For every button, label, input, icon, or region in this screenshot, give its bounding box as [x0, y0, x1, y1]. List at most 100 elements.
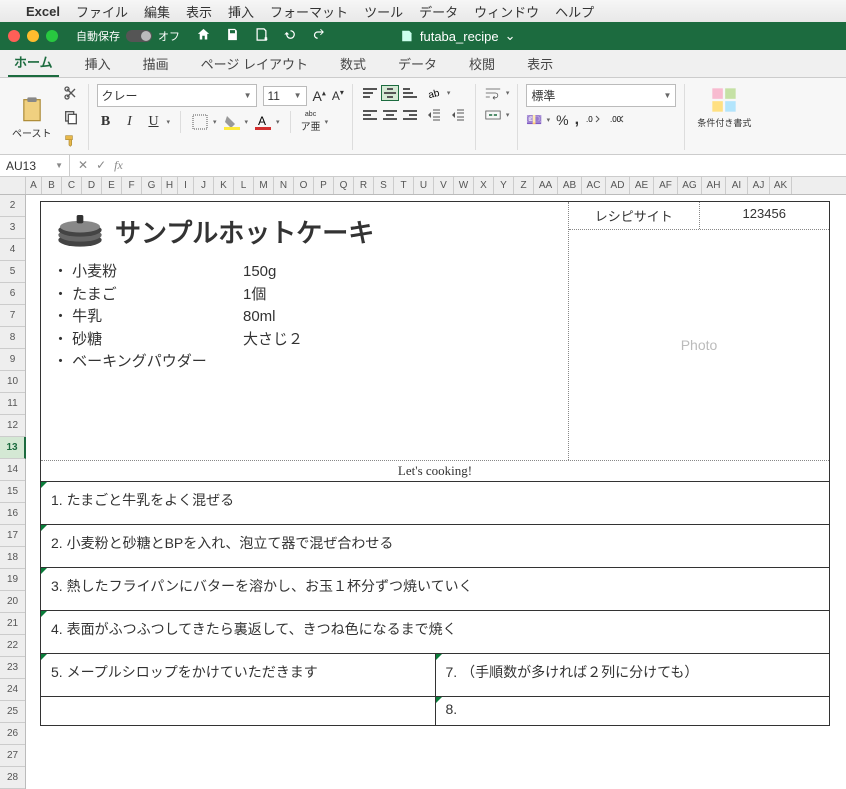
align-center-icon[interactable]: [381, 107, 399, 123]
close-button[interactable]: [8, 30, 20, 42]
cut-icon[interactable]: [62, 84, 80, 102]
decrease-font-icon[interactable]: A▾: [332, 88, 344, 103]
tab-page-layout[interactable]: ページ レイアウト: [195, 50, 314, 77]
tab-formulas[interactable]: 数式: [334, 50, 372, 77]
italic-button[interactable]: I: [121, 114, 139, 130]
row-header[interactable]: 21: [0, 613, 25, 635]
align-left-icon[interactable]: [361, 107, 379, 123]
col-header[interactable]: L: [234, 177, 254, 194]
col-header[interactable]: Q: [334, 177, 354, 194]
col-header[interactable]: AG: [678, 177, 702, 194]
col-header[interactable]: Z: [514, 177, 534, 194]
number-format-select[interactable]: 標準▼: [526, 84, 676, 107]
col-header[interactable]: N: [274, 177, 294, 194]
menu-insert[interactable]: 挿入: [228, 2, 254, 21]
row-header[interactable]: 2: [0, 195, 25, 217]
font-color-icon[interactable]: A: [254, 113, 272, 131]
minimize-button[interactable]: [27, 30, 39, 42]
col-header[interactable]: AI: [726, 177, 748, 194]
col-header[interactable]: K: [214, 177, 234, 194]
menu-format[interactable]: フォーマット: [270, 2, 348, 21]
align-right-icon[interactable]: [401, 107, 419, 123]
col-header[interactable]: AH: [702, 177, 726, 194]
cancel-icon[interactable]: ✕: [78, 158, 88, 173]
conditional-formatting-button[interactable]: 条件付き書式: [693, 84, 755, 131]
underline-button[interactable]: U: [145, 114, 163, 130]
col-header[interactable]: C: [62, 177, 82, 194]
row-header[interactable]: 5: [0, 261, 25, 283]
col-header[interactable]: A: [26, 177, 42, 194]
app-name[interactable]: Excel: [26, 4, 60, 19]
row-header[interactable]: 8: [0, 327, 25, 349]
row-header[interactable]: 26: [0, 723, 25, 745]
col-header[interactable]: D: [82, 177, 102, 194]
col-header[interactable]: H: [162, 177, 178, 194]
tab-insert[interactable]: 挿入: [79, 50, 117, 77]
col-header[interactable]: P: [314, 177, 334, 194]
decrease-indent-icon[interactable]: [425, 106, 443, 124]
col-header[interactable]: J: [194, 177, 214, 194]
row-header[interactable]: 18: [0, 547, 25, 569]
orientation-icon[interactable]: ab: [425, 84, 443, 102]
bold-button[interactable]: B: [97, 114, 115, 130]
maximize-button[interactable]: [46, 30, 58, 42]
row-header[interactable]: 3: [0, 217, 25, 239]
row-header[interactable]: 25: [0, 701, 25, 723]
align-top-icon[interactable]: [361, 85, 379, 101]
name-box[interactable]: AU13▼: [0, 155, 70, 176]
redo-icon[interactable]: [312, 27, 327, 45]
font-size-select[interactable]: 11▼: [263, 86, 307, 106]
menu-window[interactable]: ウィンドウ: [474, 2, 539, 21]
menu-data[interactable]: データ: [419, 2, 458, 21]
row-header[interactable]: 12: [0, 415, 25, 437]
align-middle-icon[interactable]: [381, 85, 399, 101]
col-header[interactable]: X: [474, 177, 494, 194]
paste-button[interactable]: ペースト: [8, 93, 56, 142]
col-header[interactable]: R: [354, 177, 374, 194]
document-title[interactable]: futaba_recipe ⌄: [400, 28, 516, 44]
menu-tools[interactable]: ツール: [364, 2, 403, 21]
autosave-toggle[interactable]: 自動保存 オフ: [76, 28, 180, 44]
wrap-text-icon[interactable]: [484, 84, 502, 102]
col-header[interactable]: S: [374, 177, 394, 194]
row-header[interactable]: 20: [0, 591, 25, 613]
menu-edit[interactable]: 編集: [144, 2, 170, 21]
col-header[interactable]: U: [414, 177, 434, 194]
row-header[interactable]: 24: [0, 679, 25, 701]
col-header[interactable]: AD: [606, 177, 630, 194]
col-header[interactable]: Y: [494, 177, 514, 194]
menu-help[interactable]: ヘルプ: [555, 2, 594, 21]
col-header[interactable]: T: [394, 177, 414, 194]
format-painter-icon[interactable]: [62, 132, 80, 150]
menu-view[interactable]: 表示: [186, 2, 212, 21]
row-header[interactable]: 15: [0, 481, 25, 503]
merge-cells-icon[interactable]: [484, 106, 502, 124]
col-header[interactable]: B: [42, 177, 62, 194]
undo-icon[interactable]: [283, 27, 298, 45]
comma-icon[interactable]: ,: [575, 111, 579, 129]
tab-view[interactable]: 表示: [521, 50, 559, 77]
row-header[interactable]: 10: [0, 371, 25, 393]
col-header[interactable]: E: [102, 177, 122, 194]
row-header[interactable]: 22: [0, 635, 25, 657]
menu-file[interactable]: ファイル: [76, 2, 128, 21]
font-name-select[interactable]: クレー▼: [97, 84, 257, 107]
percent-icon[interactable]: %: [556, 112, 568, 128]
align-bottom-icon[interactable]: [401, 85, 419, 101]
borders-icon[interactable]: [191, 113, 209, 131]
col-header[interactable]: V: [434, 177, 454, 194]
increase-font-icon[interactable]: A▴: [313, 88, 326, 104]
formula-input[interactable]: [131, 155, 846, 176]
col-header[interactable]: G: [142, 177, 162, 194]
row-header[interactable]: 27: [0, 745, 25, 767]
row-header[interactable]: 11: [0, 393, 25, 415]
tab-home[interactable]: ホーム: [8, 48, 59, 77]
currency-icon[interactable]: 💷: [526, 112, 542, 128]
row-header[interactable]: 14: [0, 459, 25, 481]
row-header[interactable]: 7: [0, 305, 25, 327]
tab-review[interactable]: 校閲: [463, 50, 501, 77]
increase-indent-icon[interactable]: [449, 106, 467, 124]
row-header[interactable]: 23: [0, 657, 25, 679]
row-header[interactable]: 6: [0, 283, 25, 305]
row-header[interactable]: 16: [0, 503, 25, 525]
